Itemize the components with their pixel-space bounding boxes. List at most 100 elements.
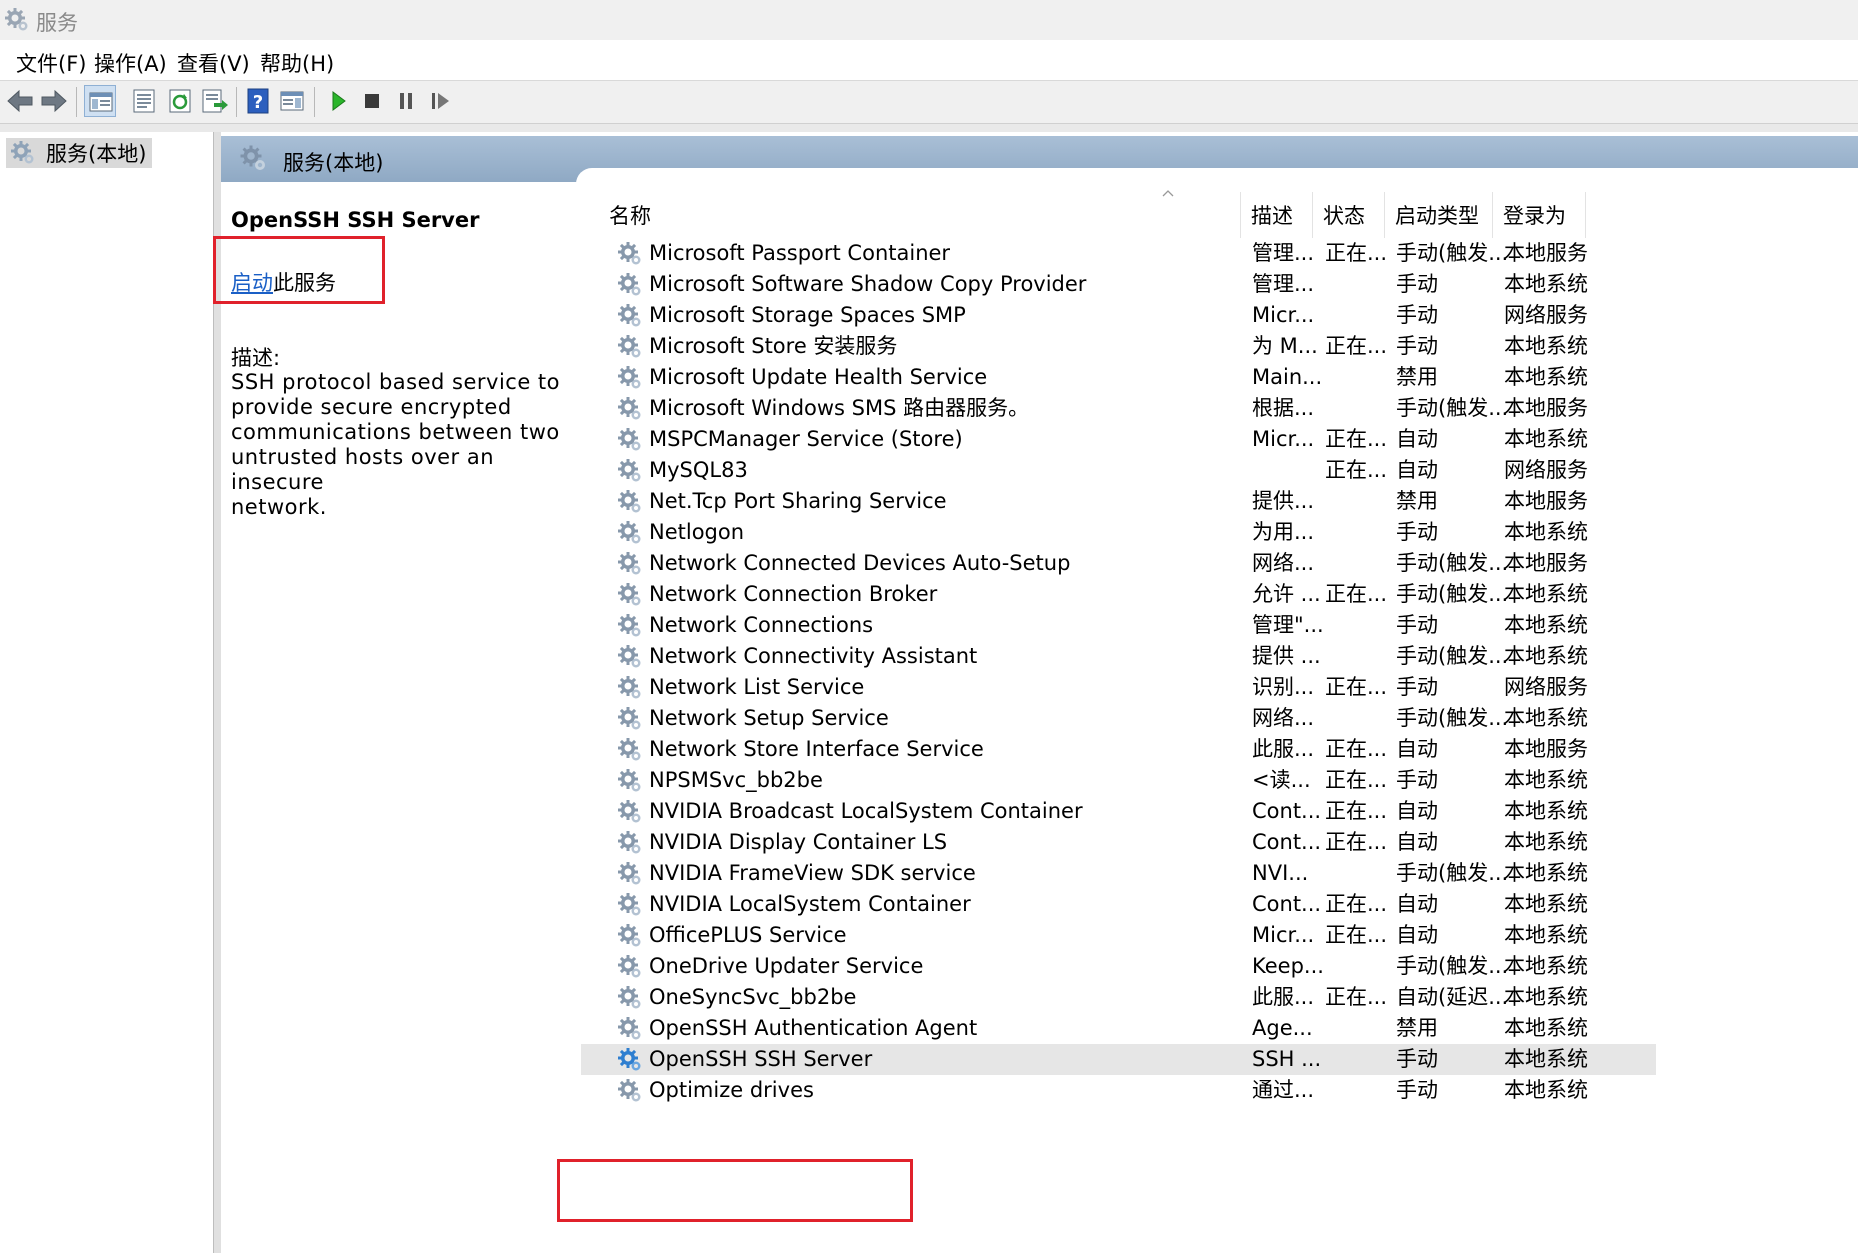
service-name-cell: MySQL83 bbox=[649, 458, 748, 482]
service-startup-type-cell: 手动 bbox=[1396, 272, 1438, 296]
description-line: network. bbox=[231, 495, 327, 519]
table-row[interactable]: Microsoft Update Health Service Main... 禁用… bbox=[581, 362, 1858, 393]
menu-action[interactable]: 操作(A) bbox=[94, 48, 167, 78]
column-header-status[interactable]: 状态 bbox=[1313, 192, 1385, 238]
export-list-icon[interactable] bbox=[198, 85, 230, 117]
description-text: SSH protocol based service to provide se… bbox=[231, 370, 576, 520]
stop-service-icon[interactable] bbox=[356, 85, 388, 117]
table-row[interactable]: Microsoft Passport Container 管理... 正在... 手动… bbox=[581, 238, 1858, 269]
table-row[interactable]: Netlogon 为用... 手动 本地系统 bbox=[581, 517, 1858, 548]
service-logon-cell: 网络服务 bbox=[1504, 675, 1588, 699]
service-startup-type-cell: 手动 bbox=[1396, 768, 1438, 792]
tree-item-services-local[interactable]: 服务(本地) bbox=[6, 138, 153, 168]
table-row[interactable]: Network Connection Broker 允许 ... 正在... 手动(触… bbox=[581, 579, 1858, 610]
table-row[interactable]: OpenSSH SSH Server SSH ... 手动 本地系统 bbox=[581, 1044, 1656, 1075]
service-name-cell: Microsoft Update Health Service bbox=[649, 365, 988, 389]
service-startup-type-cell: 自动(延迟... bbox=[1396, 985, 1509, 1009]
table-row[interactable]: MySQL83 正在... 自动 网络服务 bbox=[581, 455, 1858, 486]
column-header-description[interactable]: 描述 bbox=[1241, 192, 1313, 238]
service-description-cell: Micr... bbox=[1252, 923, 1315, 947]
service-gear-icon bbox=[617, 706, 643, 732]
forward-icon[interactable] bbox=[38, 85, 70, 117]
service-status-cell: 正在... bbox=[1325, 830, 1388, 854]
list-rows: Microsoft Passport Container 管理... 正在... 手动… bbox=[581, 238, 1858, 1106]
properties-icon[interactable] bbox=[128, 85, 160, 117]
column-header-log-on-as[interactable]: 登录为 bbox=[1493, 192, 1586, 238]
service-name-cell: NVIDIA Display Container LS bbox=[649, 830, 948, 854]
table-row[interactable]: Network List Service 识别... 正在... 手动 网络服务 bbox=[581, 672, 1858, 703]
service-gear-icon bbox=[617, 799, 643, 825]
service-startup-type-cell: 禁用 bbox=[1396, 1016, 1438, 1040]
service-name-cell: OpenSSH Authentication Agent bbox=[649, 1016, 978, 1040]
table-row[interactable]: Network Connections 管理"... 手动 本地系统 bbox=[581, 610, 1858, 641]
service-gear-icon bbox=[617, 427, 643, 453]
table-row[interactable]: OfficePLUS Service Micr... 正在... 自动 本地系统 bbox=[581, 920, 1858, 951]
table-row[interactable]: Network Connected Devices Auto-Setup 网络..… bbox=[581, 548, 1858, 579]
table-row[interactable]: Network Connectivity Assistant 提供 ... 手动(触… bbox=[581, 641, 1858, 672]
table-row[interactable]: Microsoft Windows SMS 路由器服务。 根据... 手动(触发..… bbox=[581, 393, 1858, 424]
restart-service-icon[interactable] bbox=[424, 85, 456, 117]
table-row[interactable]: Network Setup Service 网络... 手动(触发... 本地系统 bbox=[581, 703, 1858, 734]
table-row[interactable]: NVIDIA LocalSystem Container Cont... 正在...… bbox=[581, 889, 1858, 920]
table-row[interactable]: NPSMSvc_bb2be <读... 正在... 手动 本地系统 bbox=[581, 765, 1858, 796]
table-row[interactable]: OpenSSH Authentication Agent Age... 禁用 本地系统 bbox=[581, 1013, 1858, 1044]
menu-help[interactable]: 帮助(H) bbox=[260, 48, 334, 78]
service-name-cell: Network Connections bbox=[649, 613, 874, 637]
service-startup-type-cell: 禁用 bbox=[1396, 489, 1438, 513]
service-description-cell: Micr... bbox=[1252, 427, 1315, 451]
toolbar-spacer bbox=[0, 124, 1858, 132]
service-name-cell: Optimize drives bbox=[649, 1078, 814, 1102]
service-gear-icon bbox=[617, 644, 643, 670]
refresh-icon[interactable] bbox=[164, 85, 196, 117]
table-row[interactable]: NVIDIA FrameView SDK service NVI... 手动(触发.… bbox=[581, 858, 1858, 889]
table-row[interactable]: OneSyncSvc_bb2be 此服... 正在... 自动(延迟... 本地系统 bbox=[581, 982, 1858, 1013]
service-gear-icon bbox=[617, 985, 643, 1011]
menu-file[interactable]: 文件(F) bbox=[16, 48, 86, 78]
service-startup-type-cell: 禁用 bbox=[1396, 365, 1438, 389]
service-name-cell: Microsoft Storage Spaces SMP bbox=[649, 303, 966, 327]
service-name-cell: OfficePLUS Service bbox=[649, 923, 847, 947]
table-row[interactable]: MSPCManager Service (Store) Micr... 正在... 自… bbox=[581, 424, 1858, 455]
service-logon-cell: 本地系统 bbox=[1504, 954, 1588, 978]
service-description-cell: SSH ... bbox=[1252, 1047, 1322, 1071]
service-logon-cell: 本地系统 bbox=[1504, 272, 1588, 296]
service-description-cell: 允许 ... bbox=[1252, 582, 1321, 606]
table-row[interactable]: Optimize drives 通过... 手动 本地系统 bbox=[581, 1075, 1858, 1106]
services-gear-icon bbox=[239, 144, 267, 172]
pane-title: 服务(本地) bbox=[283, 151, 384, 175]
service-gear-icon bbox=[617, 830, 643, 856]
help-icon[interactable]: ? bbox=[242, 85, 274, 117]
table-row[interactable]: Microsoft Storage Spaces SMP Micr... 手动 网络服… bbox=[581, 300, 1858, 331]
show-hide-action-pane-icon[interactable] bbox=[276, 85, 308, 117]
service-gear-icon bbox=[617, 334, 643, 360]
selected-service-name: OpenSSH SSH Server bbox=[231, 208, 480, 232]
table-row[interactable]: NVIDIA Broadcast LocalSystem Container Co… bbox=[581, 796, 1858, 827]
show-hide-console-tree-icon[interactable] bbox=[84, 85, 116, 117]
service-logon-cell: 本地服务 bbox=[1504, 241, 1588, 265]
service-logon-cell: 本地系统 bbox=[1504, 520, 1588, 544]
service-name-cell: Network Connection Broker bbox=[649, 582, 938, 606]
table-row[interactable]: Microsoft Store 安装服务 为 M... 正在... 手动 本地系统 bbox=[581, 331, 1858, 362]
start-service-icon[interactable] bbox=[322, 85, 354, 117]
back-icon[interactable] bbox=[4, 85, 36, 117]
column-header-name[interactable]: 名称 bbox=[581, 192, 1241, 238]
service-logon-cell: 本地系统 bbox=[1504, 1016, 1588, 1040]
description-line: communications between two bbox=[231, 420, 560, 444]
service-gear-icon bbox=[617, 1016, 643, 1042]
table-row[interactable]: Microsoft Software Shadow Copy Provider 管… bbox=[581, 269, 1858, 300]
service-description-cell: 管理... bbox=[1252, 272, 1315, 296]
services-gear-icon bbox=[4, 7, 30, 33]
table-row[interactable]: OneDrive Updater Service Keep... 手动(触发... 本… bbox=[581, 951, 1858, 982]
service-startup-type-cell: 手动(触发... bbox=[1396, 706, 1509, 730]
table-row[interactable]: Network Store Interface Service 此服... 正在..… bbox=[581, 734, 1858, 765]
table-row[interactable]: NVIDIA Display Container LS Cont... 正在... 自… bbox=[581, 827, 1858, 858]
menu-view[interactable]: 查看(V) bbox=[177, 48, 250, 78]
column-header-startup-type[interactable]: 启动类型 bbox=[1385, 192, 1493, 238]
service-logon-cell: 本地系统 bbox=[1504, 892, 1588, 916]
service-gear-icon bbox=[617, 551, 643, 577]
table-row[interactable]: Net.Tcp Port Sharing Service 提供... 禁用 本地服务 bbox=[581, 486, 1858, 517]
pause-service-icon[interactable] bbox=[390, 85, 422, 117]
service-logon-cell: 网络服务 bbox=[1504, 303, 1588, 327]
service-status-cell: 正在... bbox=[1325, 737, 1388, 761]
service-description-cell: 为 M... bbox=[1252, 334, 1318, 358]
